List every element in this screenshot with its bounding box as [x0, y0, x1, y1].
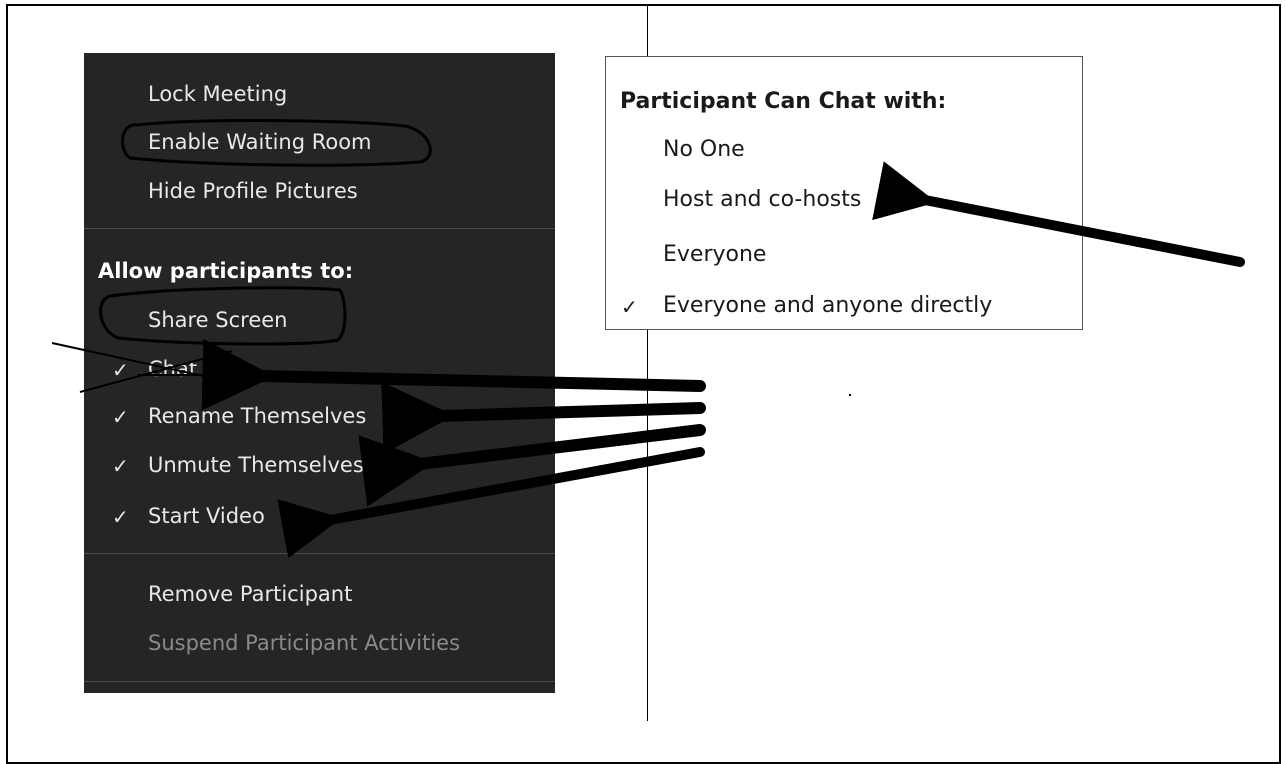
annotation-overlay [51, 119, 1245, 559]
share-screen-circle [99, 286, 347, 346]
arrow-to-host-cohosts [872, 161, 1245, 267]
arrow-to-start-video [277, 447, 705, 559]
chat-strike-2 [79, 350, 233, 393]
arrow-to-chat [201, 338, 706, 411]
chat-strike-1 [51, 342, 241, 385]
arrow-to-rename [381, 381, 706, 454]
waiting-room-circle [121, 119, 432, 167]
